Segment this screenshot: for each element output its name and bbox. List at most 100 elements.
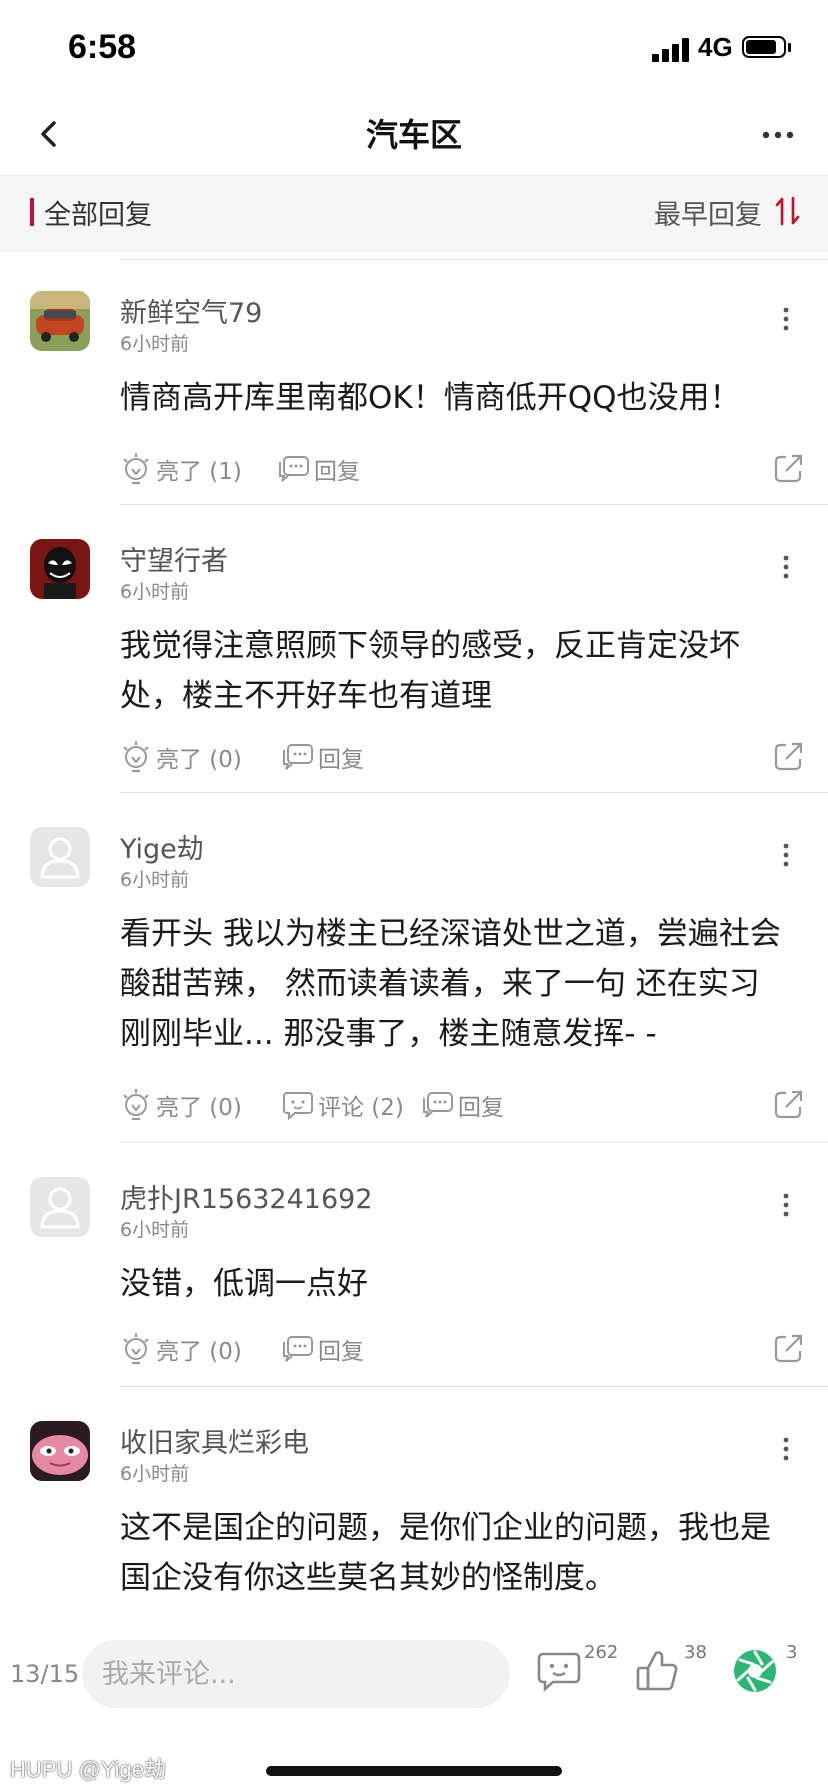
sort-order-button[interactable]: 最早回复 xyxy=(654,193,762,232)
light-button[interactable]: 亮了 (0) xyxy=(120,1329,242,1369)
lightbulb-icon xyxy=(123,741,149,772)
timestamp: 6小时前 xyxy=(120,581,190,603)
sort-bar: 全部回复 最早回复 xyxy=(0,175,828,252)
avatar[interactable] xyxy=(30,827,90,887)
reply-button[interactable]: 回复 xyxy=(282,737,364,777)
comment-more-button[interactable] xyxy=(776,304,796,334)
reply-bubble-icon xyxy=(423,1092,453,1118)
light-button[interactable]: 亮了 (1) xyxy=(120,449,242,489)
comment-actions: 亮了 (0) 评论 (2) 回复 xyxy=(120,1085,810,1125)
sort-toggle[interactable] xyxy=(774,194,802,228)
light-count: 亮了 (0) xyxy=(156,1095,242,1121)
comment-actions: 亮了 (0) 回复 xyxy=(120,737,810,777)
comment-text: 看开头 我以为楼主已经深谙处世之道，尝遍社会酸甜苦辣， 然而读着读着，来了一句 … xyxy=(120,916,781,1052)
reply-button[interactable]: 回复 xyxy=(282,1329,364,1369)
username[interactable]: 虎扑JR1563241692 xyxy=(120,1177,373,1216)
lightbulb-icon xyxy=(123,453,149,484)
network-type: 4G xyxy=(698,32,733,62)
reply-label: 回复 xyxy=(318,1339,364,1365)
more-vertical-icon xyxy=(783,1193,789,1217)
comment-more-button[interactable] xyxy=(776,840,796,870)
comment-bubble-icon xyxy=(283,1092,313,1120)
page-title: 汽车区 xyxy=(365,116,462,154)
timestamp: 6小时前 xyxy=(120,869,190,891)
view-comments-button[interactable]: 评论 (2) xyxy=(282,1085,404,1125)
share-button[interactable] xyxy=(772,739,806,773)
more-vertical-icon xyxy=(783,843,789,867)
comment-text: 情商高开库里南都OK！情商低开QQ也没用！ xyxy=(120,380,741,416)
share-button[interactable] xyxy=(772,1087,806,1121)
reply-button[interactable]: 回复 xyxy=(422,1085,504,1125)
timestamp: 6小时前 xyxy=(120,1219,190,1241)
timestamp: 6小时前 xyxy=(120,333,190,355)
share-app-button[interactable] xyxy=(732,1648,778,1694)
comment-bubble-icon xyxy=(537,1652,581,1692)
comment-more-button[interactable] xyxy=(776,1434,796,1464)
comment-text: 我觉得注意照顾下领导的感受，反正肯定没坏处，楼主不开好车也有道理 xyxy=(120,628,740,714)
share-icon xyxy=(774,1334,803,1363)
share-button[interactable] xyxy=(772,1331,806,1365)
username[interactable]: 守望行者 xyxy=(120,539,228,578)
username[interactable]: Yige劫 xyxy=(120,827,204,866)
share-icon xyxy=(774,1090,803,1119)
aperture-share-icon xyxy=(734,1650,776,1692)
like-button[interactable] xyxy=(634,1648,680,1694)
avatar[interactable] xyxy=(30,539,90,599)
avatar[interactable] xyxy=(30,291,90,351)
watermark: HUPU @Yige劫 xyxy=(10,1757,166,1782)
lightbulb-icon xyxy=(123,1089,149,1120)
share-count: 3 xyxy=(786,1642,798,1663)
comment-item: 收旧家具烂彩电 6小时前 这不是国企的问题，是你们企业的问题，我也是国企没有你这… xyxy=(0,1387,828,1627)
more-button[interactable] xyxy=(760,120,796,150)
comment-more-button[interactable] xyxy=(776,1190,796,1220)
reply-label: 回复 xyxy=(458,1095,504,1121)
comment-text: 没错，低调一点好 xyxy=(120,1266,368,1302)
username[interactable]: 收旧家具烂彩电 xyxy=(120,1421,309,1460)
more-horizontal-icon xyxy=(762,131,794,139)
section-marker xyxy=(30,198,34,226)
thumbs-up-icon xyxy=(636,1651,678,1691)
avatar[interactable] xyxy=(30,1177,90,1237)
comment-text: 这不是国企的问题，是你们企业的问题，我也是国企没有你这些莫名其妙的怪制度。 xyxy=(120,1510,771,1596)
comment-more-button[interactable] xyxy=(776,552,796,582)
avatar[interactable] xyxy=(30,1421,90,1481)
reply-bubble-icon xyxy=(283,1336,313,1362)
all-replies-label: 全部回复 xyxy=(44,200,152,231)
comments-count: 262 xyxy=(584,1642,619,1663)
share-icon xyxy=(774,454,803,483)
light-button[interactable]: 亮了 (0) xyxy=(120,737,242,777)
battery-icon xyxy=(742,36,792,62)
comment-actions: 亮了 (1) 回复 xyxy=(120,449,810,489)
more-vertical-icon xyxy=(783,1437,789,1461)
comment-count: 评论 (2) xyxy=(318,1095,404,1121)
home-indicator xyxy=(266,1766,562,1776)
comment-input[interactable] xyxy=(82,1640,510,1708)
lightbulb-icon xyxy=(123,1333,149,1364)
light-button[interactable]: 亮了 (0) xyxy=(120,1085,242,1125)
reply-label: 回复 xyxy=(314,459,360,485)
more-vertical-icon xyxy=(783,307,789,331)
share-button[interactable] xyxy=(772,451,806,485)
comment-item: 守望行者 6小时前 我觉得注意照顾下领导的感受，反正肯定没坏处，楼主不开好车也有… xyxy=(0,505,828,793)
comment-item: Yige劫 6小时前 看开头 我以为楼主已经深谙处世之道，尝遍社会酸甜苦辣， 然… xyxy=(0,793,828,1143)
light-count: 亮了 (1) xyxy=(156,459,242,485)
reply-bubble-icon xyxy=(279,456,309,482)
comments-button[interactable] xyxy=(536,1648,582,1694)
signal-icon xyxy=(652,38,692,62)
venom-avatar-image xyxy=(30,539,90,599)
car-avatar-image xyxy=(30,291,90,351)
default-avatar-icon xyxy=(30,1177,90,1237)
light-count: 亮了 (0) xyxy=(156,747,242,773)
reply-bubble-icon xyxy=(283,744,313,770)
timestamp: 6小时前 xyxy=(120,1463,190,1485)
reply-label: 回复 xyxy=(318,747,364,773)
reply-button[interactable]: 回复 xyxy=(278,449,360,489)
username[interactable]: 新鲜空气79 xyxy=(120,291,262,330)
likes-count: 38 xyxy=(684,1642,707,1663)
page-indicator[interactable]: 13/15 xyxy=(10,1660,79,1688)
default-avatar-icon xyxy=(30,827,90,887)
light-count: 亮了 (0) xyxy=(156,1339,242,1365)
status-time: 6:58 xyxy=(68,28,137,66)
bottom-bar: 13/15 262 38 3 xyxy=(0,1632,828,1732)
comment-item: 新鲜空气79 6小时前 情商高开库里南都OK！情商低开QQ也没用！ 亮了 (1)… xyxy=(0,251,828,505)
